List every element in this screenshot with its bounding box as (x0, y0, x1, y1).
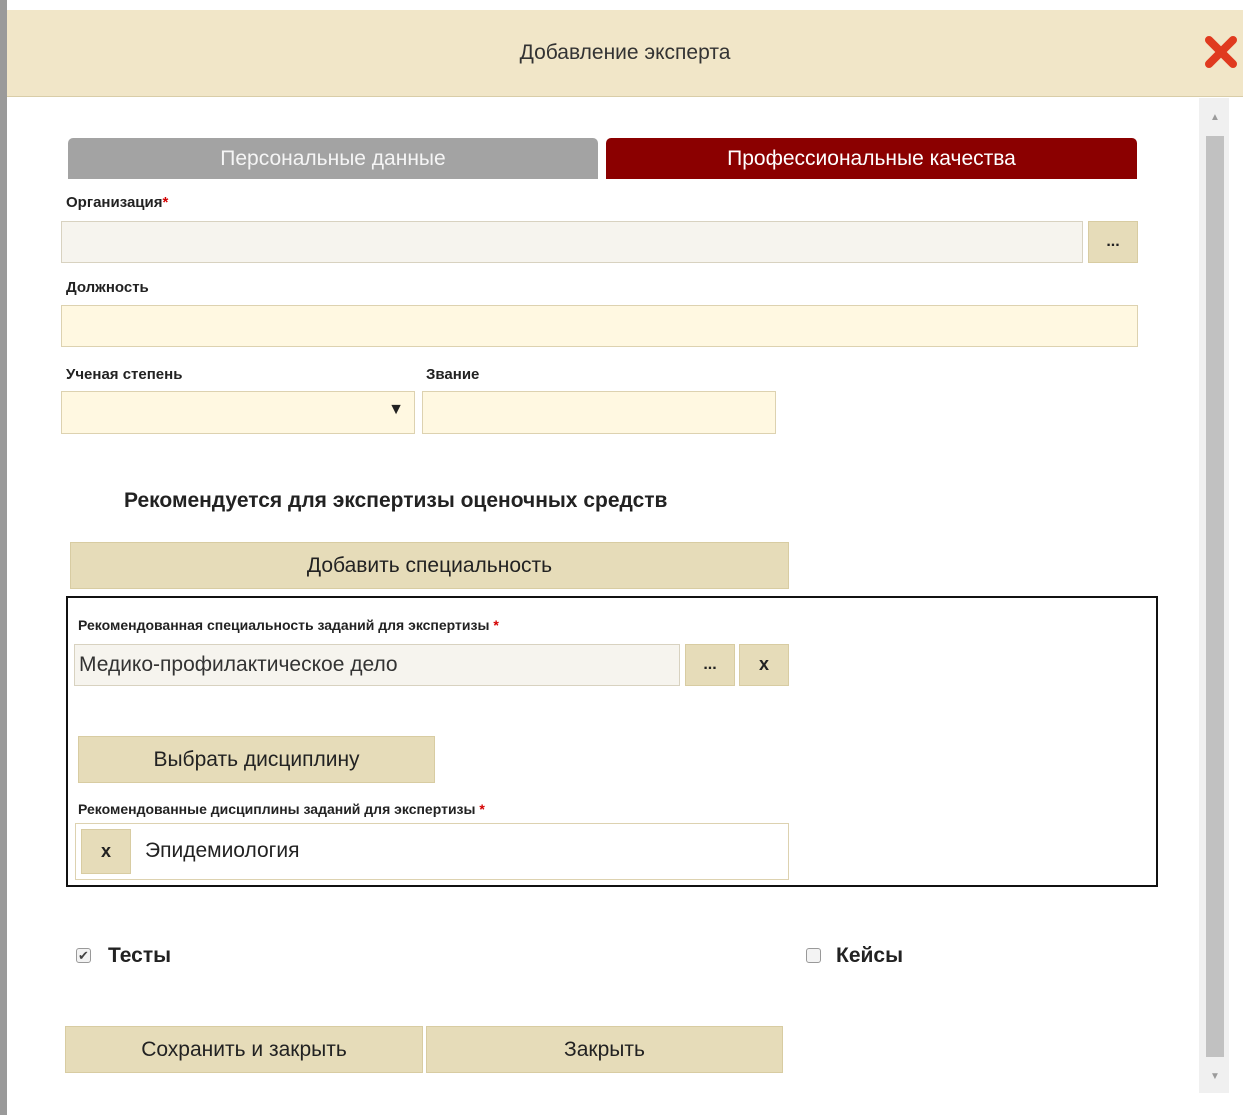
discipline-remove-button[interactable]: x (81, 829, 131, 874)
position-input[interactable] (61, 305, 1138, 347)
disciplines-label: Рекомендованные дисциплины заданий для э… (78, 801, 485, 817)
organization-label-text: Организация (66, 194, 163, 211)
specialty-label: Рекомендованная специальность заданий дл… (78, 617, 499, 633)
close-button[interactable]: Закрыть (426, 1026, 783, 1073)
cases-label: Кейсы (836, 944, 904, 967)
scrollbar-thumb[interactable] (1206, 136, 1224, 1057)
required-mark: * (479, 801, 485, 817)
required-mark: * (493, 617, 499, 633)
disciplines-list: x Эпидемиология (75, 823, 789, 880)
specialty-select-button[interactable]: ... (685, 644, 735, 686)
close-icon[interactable] (1203, 34, 1239, 70)
title-input[interactable] (422, 391, 776, 434)
position-label: Должность (66, 279, 149, 296)
required-mark: * (162, 194, 169, 211)
dialog-header: Добавление эксперта (7, 10, 1243, 97)
organization-input[interactable] (61, 221, 1083, 263)
organization-label: Организация* (66, 194, 168, 211)
tab-professional-qualities[interactable]: Профессиональные качества (606, 138, 1137, 179)
save-close-button[interactable]: Сохранить и закрыть (65, 1026, 423, 1073)
disciplines-label-text: Рекомендованные дисциплины заданий для э… (78, 801, 476, 817)
recommend-heading: Рекомендуется для экспертизы оценочных с… (124, 489, 668, 512)
degree-select[interactable]: ▼ (61, 391, 415, 434)
specialty-label-text: Рекомендованная специальность заданий дл… (78, 617, 490, 633)
choose-discipline-button[interactable]: Выбрать дисциплину (78, 736, 435, 783)
window-edge (0, 0, 7, 1115)
tests-checkbox[interactable]: ✔ (76, 948, 91, 963)
add-specialty-button[interactable]: Добавить специальность (70, 542, 789, 589)
scroll-up-icon[interactable]: ▲ (1205, 112, 1225, 128)
discipline-name: Эпидемиология (145, 839, 300, 862)
title-label: Звание (426, 366, 480, 383)
organization-select-button[interactable]: ... (1088, 221, 1138, 263)
dialog-title: Добавление эксперта (519, 41, 731, 64)
specialty-input[interactable]: Медико-профилактическое дело (74, 644, 680, 686)
scroll-down-icon[interactable]: ▼ (1205, 1071, 1225, 1087)
chevron-down-icon: ▼ (388, 401, 404, 418)
tests-label: Тесты (108, 944, 172, 967)
degree-label: Ученая степень (66, 366, 183, 383)
tab-personal-data[interactable]: Персональные данные (68, 138, 598, 179)
cases-checkbox[interactable] (806, 948, 821, 963)
specialty-remove-button[interactable]: x (739, 644, 789, 686)
